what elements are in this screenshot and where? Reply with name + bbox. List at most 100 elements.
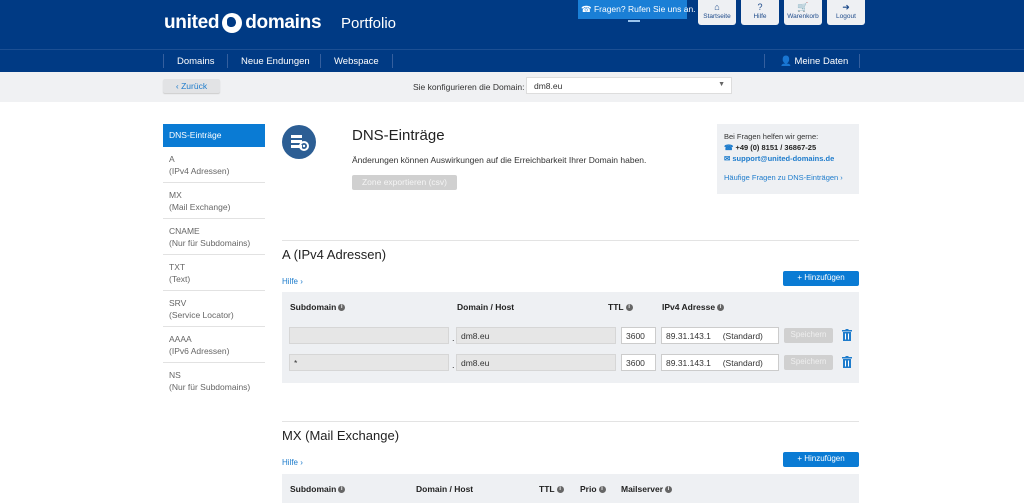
sidebar-item-label: CNAME bbox=[169, 226, 200, 236]
logout-label: Logout bbox=[836, 13, 856, 20]
help-intro: Bei Fragen helfen wir gerne: bbox=[724, 132, 819, 141]
sidebar-item-label: SRV bbox=[169, 298, 187, 308]
info-icon[interactable]: i bbox=[338, 304, 346, 312]
help-label: Hilfe bbox=[753, 13, 767, 20]
export-zone-button[interactable]: Zone exportieren (csv) bbox=[352, 175, 457, 190]
sidebar-item-txt[interactable]: TXT (Text) bbox=[163, 255, 265, 291]
host-field: dm8.eu bbox=[456, 354, 616, 371]
sidebar-item-label: AAAA bbox=[169, 334, 192, 344]
col-subdomain: Subdomain i bbox=[290, 484, 346, 494]
trash-icon[interactable] bbox=[842, 329, 852, 341]
info-icon[interactable]: i bbox=[665, 486, 673, 494]
section-title: Portfolio bbox=[341, 15, 397, 32]
ipv4-input[interactable]: 89.31.143.1 (Standard) bbox=[661, 327, 779, 344]
mx-records-table: Subdomain i Domain / Host TTL i Prio i Mail… bbox=[282, 474, 859, 503]
logo-text-left: united bbox=[164, 12, 220, 33]
mx-add-button[interactable]: + Hinzufügen bbox=[783, 452, 859, 467]
sidebar-item-sub: (IPv6 Adressen) bbox=[169, 346, 230, 356]
sidebar-item-dns[interactable]: DNS-Einträge bbox=[163, 124, 265, 147]
nav-account[interactable]: 👤 Meine Daten bbox=[780, 56, 848, 67]
nav-divider bbox=[764, 54, 765, 68]
back-button[interactable]: ‹ Zurück bbox=[163, 79, 220, 93]
divider bbox=[282, 421, 859, 422]
subdomain-input[interactable]: * bbox=[289, 354, 449, 371]
sidebar-item-a[interactable]: A (IPv4 Adressen) bbox=[163, 147, 265, 183]
help-box: Bei Fragen helfen wir gerne: ☎ +49 (0) 8… bbox=[717, 124, 859, 194]
nav-divider bbox=[392, 54, 393, 68]
sidebar-item-sub: (Service Locator) bbox=[169, 310, 234, 320]
col-mailserver: Mailserver i bbox=[621, 484, 673, 494]
help-email[interactable]: support@united-domains.de bbox=[732, 154, 834, 163]
sidebar-item-cname[interactable]: CNAME (Nur für Subdomains) bbox=[163, 219, 265, 255]
ipv4-input[interactable]: 89.31.143.1 (Standard) bbox=[661, 354, 779, 371]
page-subtitle: Änderungen können Auswirkungen auf die E… bbox=[352, 155, 647, 165]
sidebar-item-label: NS bbox=[169, 370, 181, 380]
logo[interactable]: united domains bbox=[164, 12, 322, 34]
sidebar-item-sub: (Mail Exchange) bbox=[169, 202, 231, 212]
dot-separator: . bbox=[452, 360, 455, 370]
a-section-title: A (IPv4 Adressen) bbox=[282, 247, 387, 262]
sidebar-item-sub: (Nur für Subdomains) bbox=[169, 382, 251, 392]
sidebar-item-label: MX bbox=[169, 190, 182, 200]
call-button[interactable]: ☎ Fragen? Rufen Sie uns an. bbox=[578, 0, 696, 22]
call-label: Fragen? Rufen Sie uns an. bbox=[593, 4, 696, 14]
col-subdomain: Subdomain i bbox=[290, 302, 346, 312]
sidebar-item-aaaa[interactable]: AAAA (IPv6 Adressen) bbox=[163, 327, 265, 363]
domain-select[interactable]: dm8.eu ▼ bbox=[526, 77, 732, 94]
cart-icon: 🛒 bbox=[797, 2, 809, 12]
sidebar-item-srv[interactable]: SRV (Service Locator) bbox=[163, 291, 265, 327]
host-field: dm8.eu bbox=[456, 327, 616, 344]
save-button[interactable]: Speichern bbox=[784, 328, 833, 343]
save-button[interactable]: Speichern bbox=[784, 355, 833, 370]
ttl-input[interactable]: 3600 bbox=[621, 327, 656, 344]
sidebar-item-sub: (IPv4 Adressen) bbox=[169, 166, 230, 176]
nav-divider bbox=[859, 54, 860, 68]
nav-webspace[interactable]: Webspace bbox=[334, 56, 379, 67]
ttl-input[interactable]: 3600 bbox=[621, 354, 656, 371]
sidebar-item-ns[interactable]: NS (Nur für Subdomains) bbox=[163, 363, 265, 399]
header: united domains Portfolio ☎ Fragen? Rufen … bbox=[0, 0, 1024, 49]
logout-button[interactable]: ➜ Logout bbox=[827, 0, 865, 25]
subdomain-input[interactable] bbox=[289, 327, 449, 344]
domain-value: dm8.eu bbox=[534, 81, 563, 91]
help-icon: ? bbox=[757, 2, 763, 12]
nav-divider bbox=[227, 54, 228, 68]
info-icon[interactable]: i bbox=[338, 486, 346, 494]
sidebar-item-label: DNS-Einträge bbox=[169, 130, 222, 140]
sidebar-item-mx[interactable]: MX (Mail Exchange) bbox=[163, 183, 265, 219]
home-icon: ⌂ bbox=[714, 2, 720, 12]
cart-label: Warenkorb bbox=[787, 13, 819, 20]
sidebar: DNS-Einträge A (IPv4 Adressen) MX (Mail Ex… bbox=[163, 124, 265, 399]
col-host: Domain / Host bbox=[416, 484, 474, 494]
home-button[interactable]: ⌂ Startseite bbox=[698, 0, 736, 25]
sidebar-item-label: TXT bbox=[169, 262, 186, 272]
info-icon[interactable]: i bbox=[556, 486, 564, 494]
a-add-button[interactable]: + Hinzufügen bbox=[783, 271, 859, 286]
phone-icon: ☎ bbox=[724, 143, 736, 152]
info-icon[interactable]: i bbox=[717, 304, 725, 312]
trash-icon[interactable] bbox=[842, 356, 852, 368]
home-label: Startseite bbox=[703, 13, 731, 20]
account-label: Meine Daten bbox=[794, 56, 849, 67]
mx-section-title: MX (Mail Exchange) bbox=[282, 428, 400, 443]
globe-icon bbox=[222, 13, 243, 33]
col-ttl: TTL i bbox=[608, 302, 633, 312]
col-ttl: TTL i bbox=[539, 484, 564, 494]
sidebar-item-label: A bbox=[169, 154, 175, 164]
faq-link[interactable]: Häufige Fragen zu DNS-Einträgen › bbox=[724, 172, 852, 183]
chevron-down-icon: ▼ bbox=[718, 81, 725, 88]
col-host: Domain / Host bbox=[457, 302, 515, 312]
divider bbox=[282, 240, 859, 241]
logo-text-right: domains bbox=[245, 12, 322, 33]
nav-domains[interactable]: Domains bbox=[177, 56, 215, 67]
a-records-table: Subdomain i Domain / Host TTL i IPv4 Adres… bbox=[282, 292, 859, 383]
cart-button[interactable]: 🛒 Warenkorb bbox=[784, 0, 822, 25]
info-icon[interactable]: i bbox=[625, 304, 633, 312]
help-button[interactable]: ? Hilfe bbox=[741, 0, 779, 25]
dot-separator: . bbox=[452, 333, 455, 343]
nav-divider bbox=[163, 54, 164, 68]
a-help-link[interactable]: Hilfe › bbox=[282, 277, 303, 286]
info-icon[interactable]: i bbox=[598, 486, 606, 494]
nav-neue-endungen[interactable]: Neue Endungen bbox=[241, 56, 310, 67]
mx-help-link[interactable]: Hilfe › bbox=[282, 458, 303, 467]
